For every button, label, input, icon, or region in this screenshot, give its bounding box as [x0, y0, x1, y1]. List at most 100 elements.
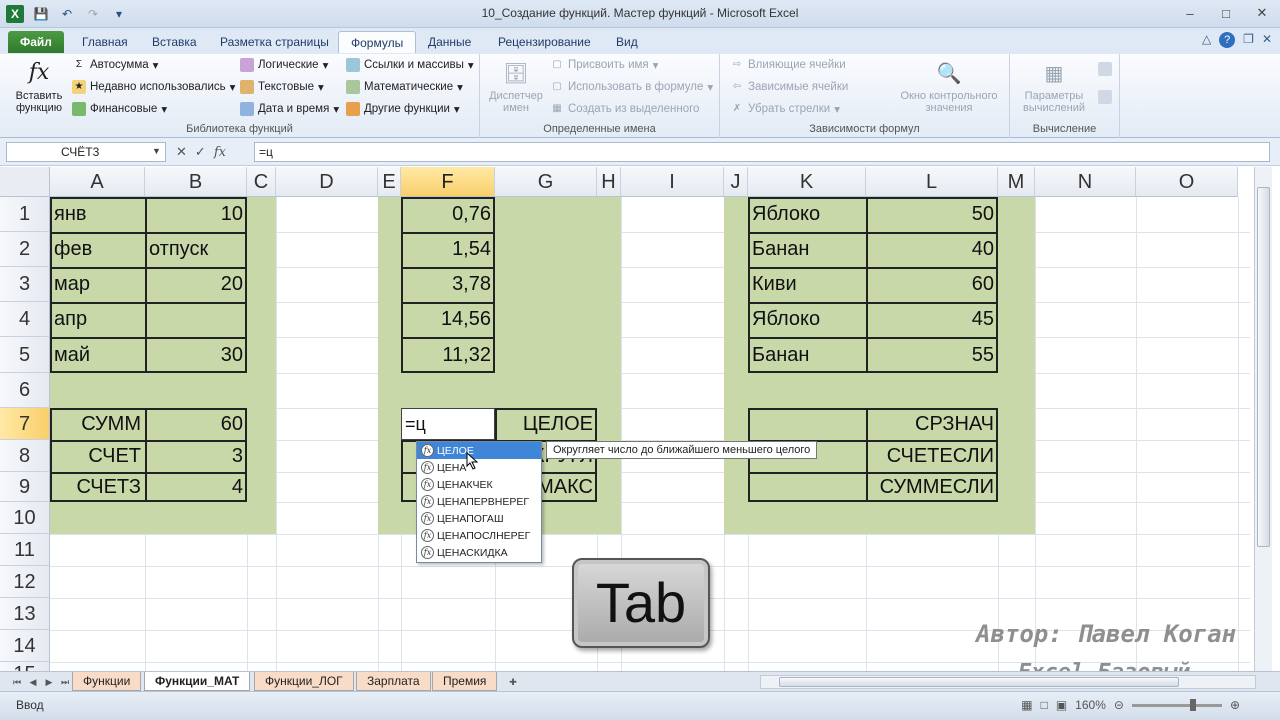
name-box-dropdown-icon[interactable]: ▼: [152, 146, 161, 156]
zoom-slider-thumb[interactable]: [1189, 698, 1196, 711]
horizontal-scroll-thumb[interactable]: [779, 677, 1179, 687]
cancel-entry-icon[interactable]: ✕: [176, 144, 187, 160]
create-from-selection-button[interactable]: ▦ Создать из выделенного: [550, 102, 699, 116]
datetime-button[interactable]: Дата и время ▾: [240, 102, 339, 116]
calculate-sheet-button[interactable]: [1098, 90, 1112, 104]
column-header-m[interactable]: M: [998, 167, 1035, 197]
autosum-button[interactable]: Σ Автосумма ▾: [72, 58, 159, 72]
row-header-8[interactable]: 8: [0, 440, 50, 472]
column-header-o[interactable]: O: [1136, 167, 1238, 197]
cell-k4[interactable]: Яблоко: [748, 302, 866, 337]
cell-l8[interactable]: СЧЕТЕСЛИ: [866, 440, 998, 472]
cell-a1[interactable]: янв: [50, 197, 145, 232]
sheet-tab-bonus[interactable]: Премия: [432, 672, 498, 691]
name-box[interactable]: СЧЁТ3: [6, 142, 166, 162]
use-in-formula-button[interactable]: ▢ Использовать в формуле ▾: [550, 80, 713, 94]
tab-home[interactable]: Главная: [70, 31, 140, 53]
minimize-button[interactable]: –: [1172, 0, 1208, 26]
cell-k1[interactable]: Яблоко: [748, 197, 866, 232]
help-icon[interactable]: ?: [1219, 32, 1236, 48]
column-header-h[interactable]: H: [597, 167, 621, 197]
cell-b3[interactable]: 20: [145, 267, 247, 302]
cell-a2[interactable]: фев: [50, 232, 145, 267]
cell-l7[interactable]: СРЗНАЧ: [866, 408, 998, 440]
tab-formulas[interactable]: Формулы: [338, 31, 417, 53]
cell-a7[interactable]: СУММ: [50, 408, 145, 440]
cell-b8[interactable]: 3: [145, 440, 247, 472]
vertical-scrollbar[interactable]: [1254, 167, 1272, 671]
close-workbook-icon[interactable]: ✕: [1262, 32, 1272, 48]
text-button[interactable]: Текстовые ▾: [240, 80, 324, 94]
row-header-6[interactable]: 6: [0, 373, 50, 408]
calc-options-button[interactable]: ▦ Параметры вычислений: [1014, 58, 1094, 114]
cell-l1[interactable]: 50: [866, 197, 998, 232]
cell-l4[interactable]: 45: [866, 302, 998, 337]
calculate-now-button[interactable]: [1098, 62, 1112, 76]
tab-page-layout[interactable]: Разметка страницы: [208, 31, 341, 53]
cell-k2[interactable]: Банан: [748, 232, 866, 267]
cell-a9[interactable]: СЧЕТЗ: [50, 472, 145, 502]
cell-a3[interactable]: мар: [50, 267, 145, 302]
cell-f5[interactable]: 11,32: [401, 337, 495, 373]
column-header-f[interactable]: F: [401, 167, 495, 197]
cell-a8[interactable]: СЧЕТ: [50, 440, 145, 472]
other-functions-button[interactable]: Другие функции ▾: [346, 102, 460, 116]
column-header-c[interactable]: C: [247, 167, 276, 197]
math-button[interactable]: Математические ▾: [346, 80, 463, 94]
formula-input[interactable]: =ц: [254, 142, 1270, 162]
cell-b5[interactable]: 30: [145, 337, 247, 373]
autocomplete-item[interactable]: fx ЦЕНАСКИДКА: [417, 544, 541, 561]
cell-b9[interactable]: 4: [145, 472, 247, 502]
column-header-n[interactable]: N: [1035, 167, 1136, 197]
sheet-tab-functions[interactable]: Функции: [72, 672, 142, 691]
row-header-7[interactable]: 7: [0, 408, 50, 440]
cell-k5[interactable]: Банан: [748, 337, 866, 373]
autocomplete-item[interactable]: fx ЦЕНАПОСЛНЕРЕГ: [417, 527, 541, 544]
zoom-level[interactable]: 160%: [1075, 698, 1106, 712]
cell-b1[interactable]: 10: [145, 197, 247, 232]
row-header-1[interactable]: 1: [0, 197, 50, 232]
row-header-3[interactable]: 3: [0, 267, 50, 302]
cell-k3[interactable]: Киви: [748, 267, 866, 302]
name-manager-button[interactable]: 🗄 Диспетчер имен: [484, 58, 548, 114]
zoom-slider[interactable]: [1131, 698, 1222, 711]
tab-review[interactable]: Рецензирование: [486, 31, 603, 53]
column-header-k[interactable]: K: [748, 167, 866, 197]
autocomplete-item[interactable]: fx ЦЕНАПОГАШ: [417, 510, 541, 527]
column-header-j[interactable]: J: [724, 167, 748, 197]
insert-function-button[interactable]: fx Вставить функцию: [8, 58, 70, 115]
column-header-g[interactable]: G: [495, 167, 597, 197]
first-sheet-icon[interactable]: ⏮: [10, 675, 24, 689]
horizontal-scrollbar[interactable]: [760, 675, 1256, 689]
trace-dependents-button[interactable]: ⇦ Зависимые ячейки: [730, 80, 849, 94]
column-header-e[interactable]: E: [378, 167, 401, 197]
sheet-tab-functions-logic[interactable]: Функции_ЛОГ: [254, 672, 354, 691]
row-header-10[interactable]: 10: [0, 502, 50, 534]
cell-a5[interactable]: май: [50, 337, 145, 373]
column-header-i[interactable]: I: [621, 167, 724, 197]
lookup-button[interactable]: Ссылки и массивы ▾: [346, 58, 474, 72]
column-header-l[interactable]: L: [866, 167, 998, 197]
tab-file[interactable]: Файл: [8, 31, 64, 53]
cell-f4[interactable]: 14,56: [401, 302, 495, 337]
financial-button[interactable]: Финансовые ▾: [72, 102, 167, 116]
cell-f3[interactable]: 3,78: [401, 267, 495, 302]
vertical-scroll-thumb[interactable]: [1257, 187, 1270, 547]
logical-button[interactable]: Логические ▾: [240, 58, 328, 72]
cell-l9[interactable]: СУММЕСЛИ: [866, 472, 998, 502]
row-header-14[interactable]: 14: [0, 630, 50, 662]
cell-a4[interactable]: апр: [50, 302, 145, 337]
cell-l2[interactable]: 40: [866, 232, 998, 267]
zoom-out-icon[interactable]: ⊝: [1114, 698, 1124, 712]
row-header-5[interactable]: 5: [0, 337, 50, 373]
row-header-13[interactable]: 13: [0, 598, 50, 630]
cell-b2[interactable]: отпуск: [145, 232, 247, 267]
sheet-tab-functions-math[interactable]: Функции_МАТ: [144, 672, 251, 691]
page-layout-view-icon[interactable]: □: [1041, 698, 1048, 712]
autocomplete-item[interactable]: fx ЦЕНАПЕРВНЕРЕГ: [417, 493, 541, 510]
ribbon-collapse-icon[interactable]: △: [1202, 32, 1211, 48]
select-all-corner[interactable]: [0, 167, 50, 197]
zoom-in-icon[interactable]: ⊕: [1230, 698, 1240, 712]
column-header-b[interactable]: B: [145, 167, 247, 197]
sheet-tab-salary[interactable]: Зарплата: [356, 672, 431, 691]
